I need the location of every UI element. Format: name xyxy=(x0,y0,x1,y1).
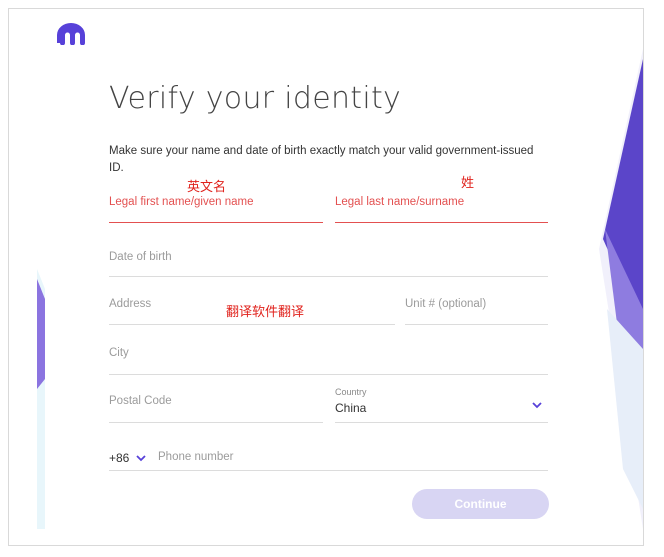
country-label: Country xyxy=(335,387,367,397)
city-placeholder: City xyxy=(109,347,129,359)
date-of-birth-placeholder: Date of birth xyxy=(109,251,172,263)
postal-code-input[interactable]: Postal Code xyxy=(109,387,323,423)
address-placeholder: Address xyxy=(109,298,152,310)
phone-country-code[interactable]: +86 xyxy=(109,451,129,465)
chevron-down-icon[interactable] xyxy=(532,401,542,409)
kraken-logo-icon[interactable] xyxy=(55,23,87,45)
country-select[interactable]: Country China xyxy=(335,385,548,423)
last-name-field[interactable]: Legal last name/surname xyxy=(335,189,548,223)
first-name-field[interactable]: Legal first name/given name xyxy=(109,189,323,223)
decorative-right-shape xyxy=(599,49,643,529)
chevron-down-icon[interactable] xyxy=(136,454,146,462)
phone-number-placeholder: Phone number xyxy=(158,451,234,463)
address-input[interactable]: Address xyxy=(109,289,395,325)
unit-input[interactable]: Unit # (optional) xyxy=(405,289,548,325)
phone-field[interactable]: +86 Phone number xyxy=(109,433,548,471)
page-title: Verify your identity xyxy=(109,81,402,116)
postal-code-placeholder: Postal Code xyxy=(109,395,172,407)
unit-placeholder: Unit # (optional) xyxy=(405,298,487,310)
last-name-label: Legal last name/surname xyxy=(335,196,465,208)
verification-window: Verify your identity Make sure your name… xyxy=(8,8,644,546)
first-name-label: Legal first name/given name xyxy=(109,196,254,208)
city-input[interactable]: City xyxy=(109,339,548,375)
decorative-left-shape xyxy=(37,269,45,529)
continue-button[interactable]: Continue xyxy=(412,489,549,519)
country-value: China xyxy=(335,401,367,415)
date-of-birth-input[interactable]: Date of birth xyxy=(109,241,548,277)
page-subtitle: Make sure your name and date of birth ex… xyxy=(109,145,534,174)
